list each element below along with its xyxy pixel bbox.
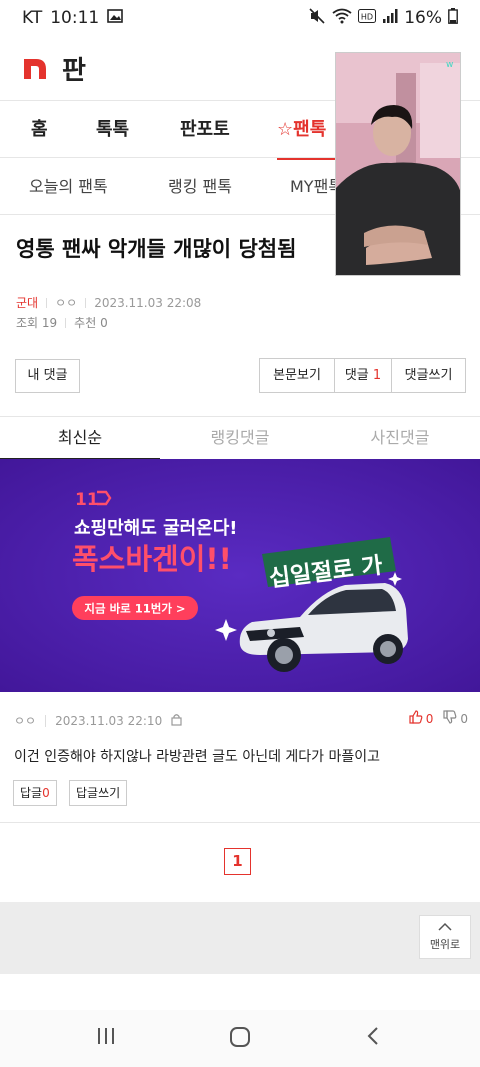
article-category[interactable]: 군대 (16, 294, 38, 311)
comments-count: 1 (372, 368, 382, 383)
ad-line2: 폭스바겐이!! (72, 542, 232, 576)
comment-sort-tabs: 최신순 랭킹댓글 사진댓글 (0, 416, 480, 460)
clock: 10:11 (50, 8, 100, 28)
comments-button[interactable]: 댓글 1 (335, 359, 392, 392)
scroll-top-button[interactable]: 맨위로 (419, 915, 471, 959)
write-comment-button[interactable]: 댓글쓰기 (392, 359, 465, 392)
gallery-icon (107, 8, 124, 28)
replies-count: 0 (42, 786, 50, 800)
signal-icon (382, 8, 398, 28)
wifi-icon (332, 8, 352, 29)
divider (85, 297, 87, 308)
tab-pannphoto[interactable]: 판포토 (180, 101, 230, 159)
comment-meta: ㅇㅇ 2023.11.03 22:10 (14, 712, 182, 729)
system-nav-bar (0, 1010, 480, 1067)
battery-icon (448, 7, 458, 29)
report-icon[interactable] (171, 713, 182, 729)
replies-label: 답글 (20, 786, 43, 800)
status-bar: KT 10:11 HD 16% (0, 0, 480, 36)
tab-home[interactable]: 홈 (31, 101, 48, 159)
page-title[interactable]: 판 (62, 50, 86, 87)
nate-logo-icon[interactable] (22, 55, 48, 81)
my-comments-button[interactable]: 내 댓글 (15, 359, 80, 393)
tab-photo-comments[interactable]: 사진댓글 (320, 417, 480, 460)
write-reply-button[interactable]: 답글쓰기 (69, 780, 128, 806)
replies-button[interactable]: 답글0 (13, 780, 57, 806)
tab-fantalk-label: ☆팬톡 (277, 119, 327, 140)
article-title: 영통 팬싸 악개들 개많이 당첨됨 (16, 237, 297, 261)
comment-votes: 0 0 (409, 710, 468, 727)
mute-icon (308, 7, 326, 29)
article-views: 조회 19 (16, 316, 58, 330)
upvote-count: 0 (425, 711, 434, 726)
subtab-ranking-fantalk[interactable]: 랭킹 팬톡 (168, 159, 232, 215)
thumbs-up-icon (409, 710, 423, 727)
tab-ranking-comments[interactable]: 랭킹댓글 (160, 417, 320, 460)
upvote-button[interactable]: 0 (409, 710, 434, 727)
ad-banner[interactable]: 11 쇼핑만해도 굴러온다! 폭스바겐이!! 지금 바로 11번가 > 십일절로… (0, 459, 480, 692)
article-author: ㅇㅇ (55, 296, 78, 310)
subtab-today-fantalk[interactable]: 오늘의 팬톡 (29, 159, 108, 215)
comment-text: 이건 인증해야 하지않나 라방관련 글도 아닌데 게다가 마플이고 (14, 749, 381, 765)
footer-gray-area (0, 902, 480, 974)
ad-line1: 쇼핑만해도 굴러온다! (74, 518, 238, 539)
comment-date: 2023.11.03 22:10 (55, 713, 163, 728)
chevron-up-icon (437, 922, 453, 936)
tab-fantalk[interactable]: ☆팬톡 (277, 101, 335, 160)
back-icon[interactable] (366, 1026, 380, 1050)
video-frame: w (336, 53, 460, 275)
article-meta: 군대 ㅇㅇ 2023.11.03 22:08 (16, 294, 201, 311)
article-action-group: 본문보기 댓글 1 댓글쓰기 (259, 358, 466, 393)
comments-label: 댓글 (344, 368, 369, 383)
article-recommend: 추천 0 (74, 316, 108, 330)
view-post-button[interactable]: 본문보기 (260, 359, 335, 392)
floating-video-player[interactable]: w (335, 52, 461, 276)
svg-text:HD: HD (361, 13, 373, 22)
ad-graphic: 11 쇼핑만해도 굴러온다! 폭스바겐이!! 지금 바로 11번가 > 십일절로… (0, 459, 480, 692)
hd-icon: HD (358, 8, 377, 28)
article-stats: 조회 19 추천 0 (16, 314, 108, 331)
divider (45, 714, 47, 727)
downvote-button[interactable]: 0 (443, 710, 468, 727)
battery-percent: 16% (404, 8, 442, 28)
comment-item: ㅇㅇ 2023.11.03 22:10 0 0 이건 인증해야 하지않나 라방관… (0, 692, 480, 823)
thumbs-down-icon (443, 710, 457, 727)
scroll-top-label: 맨위로 (429, 938, 461, 951)
recent-apps-icon[interactable] (96, 1026, 116, 1050)
ad-cta-label: 지금 바로 11번가 > (84, 602, 185, 616)
live-icon: w (446, 60, 453, 70)
article-date: 2023.11.03 22:08 (94, 295, 202, 310)
divider (46, 297, 48, 308)
tab-latest[interactable]: 최신순 (0, 417, 160, 460)
downvote-count: 0 (460, 711, 468, 726)
tab-toktok[interactable]: 톡톡 (96, 101, 129, 159)
home-icon[interactable] (229, 1026, 251, 1052)
ad-brand: 11 (75, 490, 99, 510)
comment-author: ㅇㅇ (14, 714, 37, 728)
divider (65, 317, 67, 328)
carrier-label: KT (22, 8, 43, 28)
page-number-current[interactable]: 1 (224, 848, 251, 875)
